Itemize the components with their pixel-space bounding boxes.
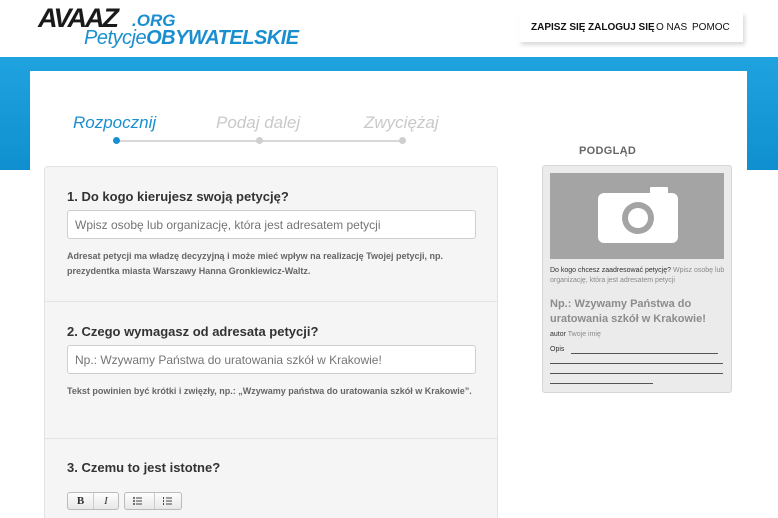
preview-description-line — [550, 373, 723, 374]
numbered-list-icon[interactable] — [154, 493, 179, 509]
nav-help-link[interactable]: POMOC — [692, 22, 730, 33]
recipient-hint: Adresat petycji ma władzę decyzyjną i mo… — [67, 251, 443, 276]
preview-recipient-label: Do kogo chcesz zaadresować petycję? — [550, 267, 672, 274]
demand-input[interactable] — [67, 345, 476, 374]
step-share: Podaj dalej — [216, 113, 301, 132]
preview-description-line — [571, 353, 718, 354]
site-header: AVAAZ .ORG PetycjeOBYWATELSKIE ZAPISZ SI… — [0, 0, 778, 57]
logo-subtitle-bold: OBYWATELSKIE — [146, 27, 299, 49]
recipient-input[interactable] — [67, 210, 476, 239]
preview-image-placeholder — [550, 173, 724, 259]
italic-button[interactable]: I — [93, 493, 118, 509]
bold-button[interactable]: B — [68, 493, 93, 509]
section-recipient: 1. Do kogo kierujesz swoją petycję? Adre… — [45, 167, 497, 302]
preview-author-label: autor — [550, 331, 566, 338]
numbered-list-glyph — [163, 497, 172, 505]
nav-login-link[interactable]: ZALOGUJ SIĘ — [588, 22, 655, 33]
question-recipient: 1. Do kogo kierujesz swoją petycję? — [67, 189, 289, 204]
step-start: Rozpocznij — [73, 113, 157, 132]
bullet-list-glyph — [133, 497, 142, 505]
step-win-dot — [399, 137, 406, 144]
preview-title: PODGLĄD — [579, 145, 637, 157]
list-group — [124, 492, 182, 510]
preview-headline: Np.: Wzywamy Państwa do uratowania szkół… — [550, 298, 706, 325]
format-group: B I — [67, 492, 119, 510]
preview-author-value: Twoje imię — [567, 331, 601, 338]
preview-description-line — [550, 363, 723, 364]
preview-author: autor Twoje imię — [550, 330, 726, 340]
step-win: Zwyciężaj — [364, 113, 439, 132]
logo-subtitle-light: Petycje — [84, 27, 147, 49]
preview-panel: Do kogo chcesz zaadresować petycję? Wpis… — [542, 165, 732, 393]
nav-signup-link[interactable]: ZAPISZ SIĘ — [531, 22, 585, 33]
step-share-dot — [256, 137, 263, 144]
top-nav: ZAPISZ SIĘ ZALOGUJ SIĘ O NAS POMOC — [519, 12, 743, 42]
question-reason: 3. Czemu to jest istotne? — [67, 460, 221, 475]
section-demand: 2. Czego wymagasz od adresata petycji? T… — [45, 302, 497, 439]
camera-icon — [598, 187, 678, 243]
bullet-list-icon[interactable] — [125, 493, 150, 509]
question-demand: 2. Czego wymagasz od adresata petycji? — [67, 324, 319, 339]
petition-form: 1. Do kogo kierujesz swoją petycję? Adre… — [44, 166, 498, 518]
nav-about-link[interactable]: O NAS — [656, 22, 687, 33]
logo-subtitle: PetycjeOBYWATELSKIE — [84, 27, 299, 50]
step-start-dot — [113, 137, 120, 144]
demand-hint: Tekst powinien być krótki i zwięzły, np.… — [67, 386, 472, 396]
preview-recipient: Do kogo chcesz zaadresować petycję? Wpis… — [550, 266, 726, 286]
avaaz-logo[interactable]: AVAAZ .ORG PetycjeOBYWATELSKIE — [38, 3, 299, 51]
preview-description-line — [550, 383, 653, 384]
